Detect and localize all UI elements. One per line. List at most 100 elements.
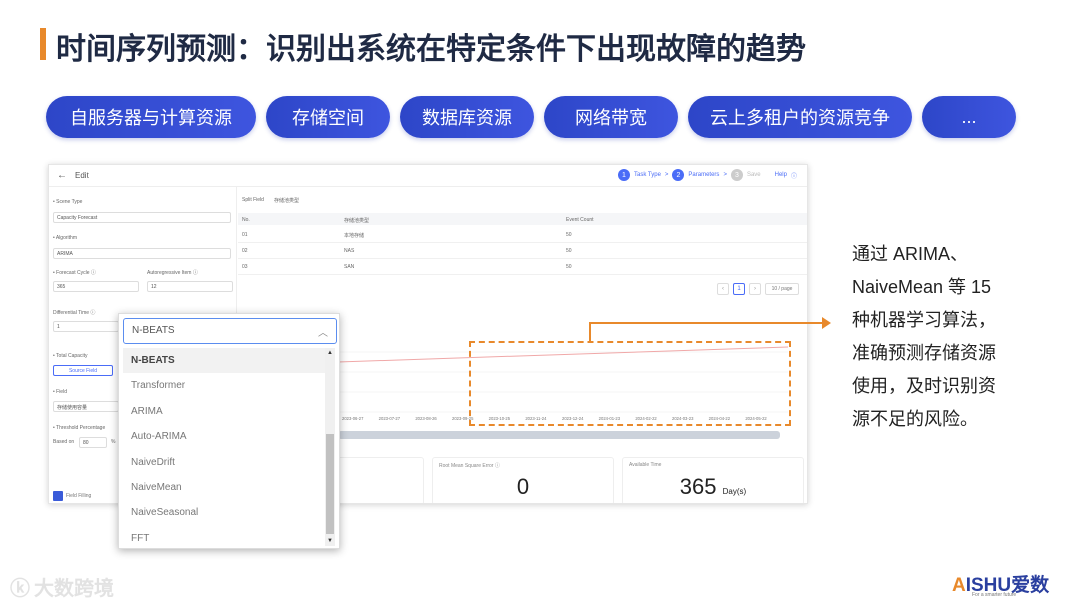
annotation-line: 准确预测存储资源 [852,343,996,363]
page-number[interactable]: 1 [733,283,745,295]
cell-count: 50 [566,232,572,238]
scene-type-label: • Scene Type [53,199,83,205]
option-naivemean[interactable]: NaiveMean [123,475,325,500]
annotation-text: 通过 ARIMA、 NaiveMean 等 15 种机器学习算法， 准确预测存储… [852,238,1052,436]
step-indicator: 1 Task Type > 2 Parameters > 3 Save Help… [618,169,797,181]
dropdown-options: N-BEATS Transformer ARIMA Auto-ARIMA Nai… [123,348,325,546]
available-label: Available Time [629,462,662,468]
cell-no: 02 [242,248,248,254]
option-naiveseasonal[interactable]: NaiveSeasonal [123,500,325,525]
percent-suffix: % [111,439,116,445]
field-filling-label: Field Filling [66,493,92,499]
col-no: No. [242,217,250,223]
prev-page-button[interactable]: ‹ [717,283,729,295]
cell-type: 本地存储 [344,233,365,239]
option-arima[interactable]: ARIMA [123,399,325,424]
table-header: No. 存储池类型 Event Count [238,213,807,225]
step-2-dot: 2 [672,169,685,181]
available-number: 365 [679,474,717,499]
chevron-up-icon[interactable]: ︿ [318,324,328,339]
chevron-right-icon: > [723,172,727,178]
forecast-cycle-label: • Forecast Cycle ⓘ [53,270,96,276]
rmse-value: 0 [433,474,613,500]
algorithm-label: • Algorithm [53,235,77,241]
field-select[interactable]: 存储使用容量 [53,401,119,412]
table-row[interactable]: 01 本地存储 50 [238,227,807,243]
option-transformer[interactable]: Transformer [123,373,325,398]
cell-count: 50 [566,264,572,270]
step-1-label: Task Type [634,172,661,178]
callout-connector-line [589,322,825,324]
step-1-dot: 1 [618,169,630,181]
cell-no: 01 [242,232,248,238]
field-label: • Field [53,389,67,395]
next-page-button[interactable]: › [749,283,761,295]
table-row[interactable]: 02 NAS 50 [238,243,807,259]
forecast-highlight-box [469,341,791,426]
algorithm-search-input[interactable]: N-BEATS ︿ [123,318,337,344]
slide: 时间序列预测：识别出系统在特定条件下出现故障的趋势 自服务器与计算资源 存储空间… [0,0,1080,608]
cell-count: 50 [566,248,572,254]
annotation-line: 使用，及时识别资 [852,376,996,396]
annotation-line: NaiveMean 等 15 [852,277,992,297]
resource-pills: 自服务器与计算资源 存储空间 数据库资源 网络带宽 云上多租户的资源竞争 ... [46,96,1016,138]
help-link[interactable]: Help [775,172,787,178]
back-arrow-icon[interactable]: ← [57,170,67,181]
chevron-right-icon: > [664,172,669,178]
annotation-line: 种机器学习算法， [852,310,996,330]
pill-multitenant[interactable]: 云上多租户的资源竞争 [688,96,912,138]
differential-label: Differential Time ⓘ [53,310,96,316]
stat-card-rmse: Root Mean Square Error ⓘ 0 [432,457,614,503]
autoregressive-input[interactable]: 12 [147,281,233,292]
chart-range-slider[interactable] [338,431,780,439]
split-field-label: Split Field [242,197,264,203]
threshold-label: • Threshold Percentage [53,425,106,431]
algorithm-dropdown[interactable]: N-BEATS ︿ N-BEATS Transformer ARIMA Auto… [118,313,340,549]
x-tick-label: 2023-06-27 [342,416,364,421]
annotation-line: 通过 ARIMA、 [852,244,969,264]
title-accent-bar [40,28,46,60]
pagination: ‹ 1 › 10 / page [717,283,799,295]
step-2-label: Parameters [688,172,720,178]
pill-database[interactable]: 数据库资源 [400,96,534,138]
algorithm-select[interactable]: ARIMA [53,248,231,259]
field-filling-icon [53,491,63,501]
option-auto-arima[interactable]: Auto-ARIMA [123,424,325,449]
forecast-cycle-input[interactable]: 365 [53,281,139,292]
option-naivedrift[interactable]: NaiveDrift [123,450,325,475]
field-filling-toggle[interactable]: Field Filling [53,491,91,501]
source-field-button[interactable]: Source Field [53,365,113,376]
rmse-label: Root Mean Square Error ⓘ [439,463,500,469]
pill-storage[interactable]: 存储空间 [266,96,390,138]
step-3-dot: 3 [730,169,743,181]
cell-type: SAN [344,264,355,270]
watermark-logo-icon: ⓚ [10,578,30,600]
scroll-down-icon[interactable]: ▼ [327,538,333,544]
col-event-count: Event Count [566,217,594,223]
option-fft[interactable]: FFT [123,526,325,546]
available-unit: Day(s) [722,487,747,496]
based-on-input[interactable]: 80 [79,437,107,448]
autoregressive-label: Autoregressive Item ⓘ [147,270,198,276]
arrow-right-icon [822,317,831,329]
option-n-beats[interactable]: N-BEATS [123,348,325,374]
help-icon[interactable]: ⓘ [791,171,797,180]
scene-type-select[interactable]: Capacity Forecast [53,212,231,223]
table-row[interactable]: 03 SAN 50 [238,259,807,275]
annotation-line: 源不足的风险。 [852,409,978,429]
pill-bandwidth[interactable]: 网络带宽 [544,96,678,138]
cell-type: NAS [344,248,355,254]
pill-more[interactable]: ... [922,96,1016,138]
based-on-label: Based on [53,439,75,445]
scrollbar-thumb[interactable] [326,434,334,534]
pill-compute[interactable]: 自服务器与计算资源 [46,96,256,138]
split-field-value[interactable]: 存储池类型 [274,197,299,204]
dropdown-scrollbar[interactable]: ▲ ▼ [325,348,335,546]
available-value: 365 Day(s) [623,474,803,500]
scroll-up-icon[interactable]: ▲ [327,350,333,356]
page-size-select[interactable]: 10 / page [765,283,799,295]
differential-input[interactable]: 1 [53,321,119,332]
logo-a: A [952,575,966,596]
callout-connector [589,322,591,341]
col-pool-type: 存储池类型 [344,218,370,224]
